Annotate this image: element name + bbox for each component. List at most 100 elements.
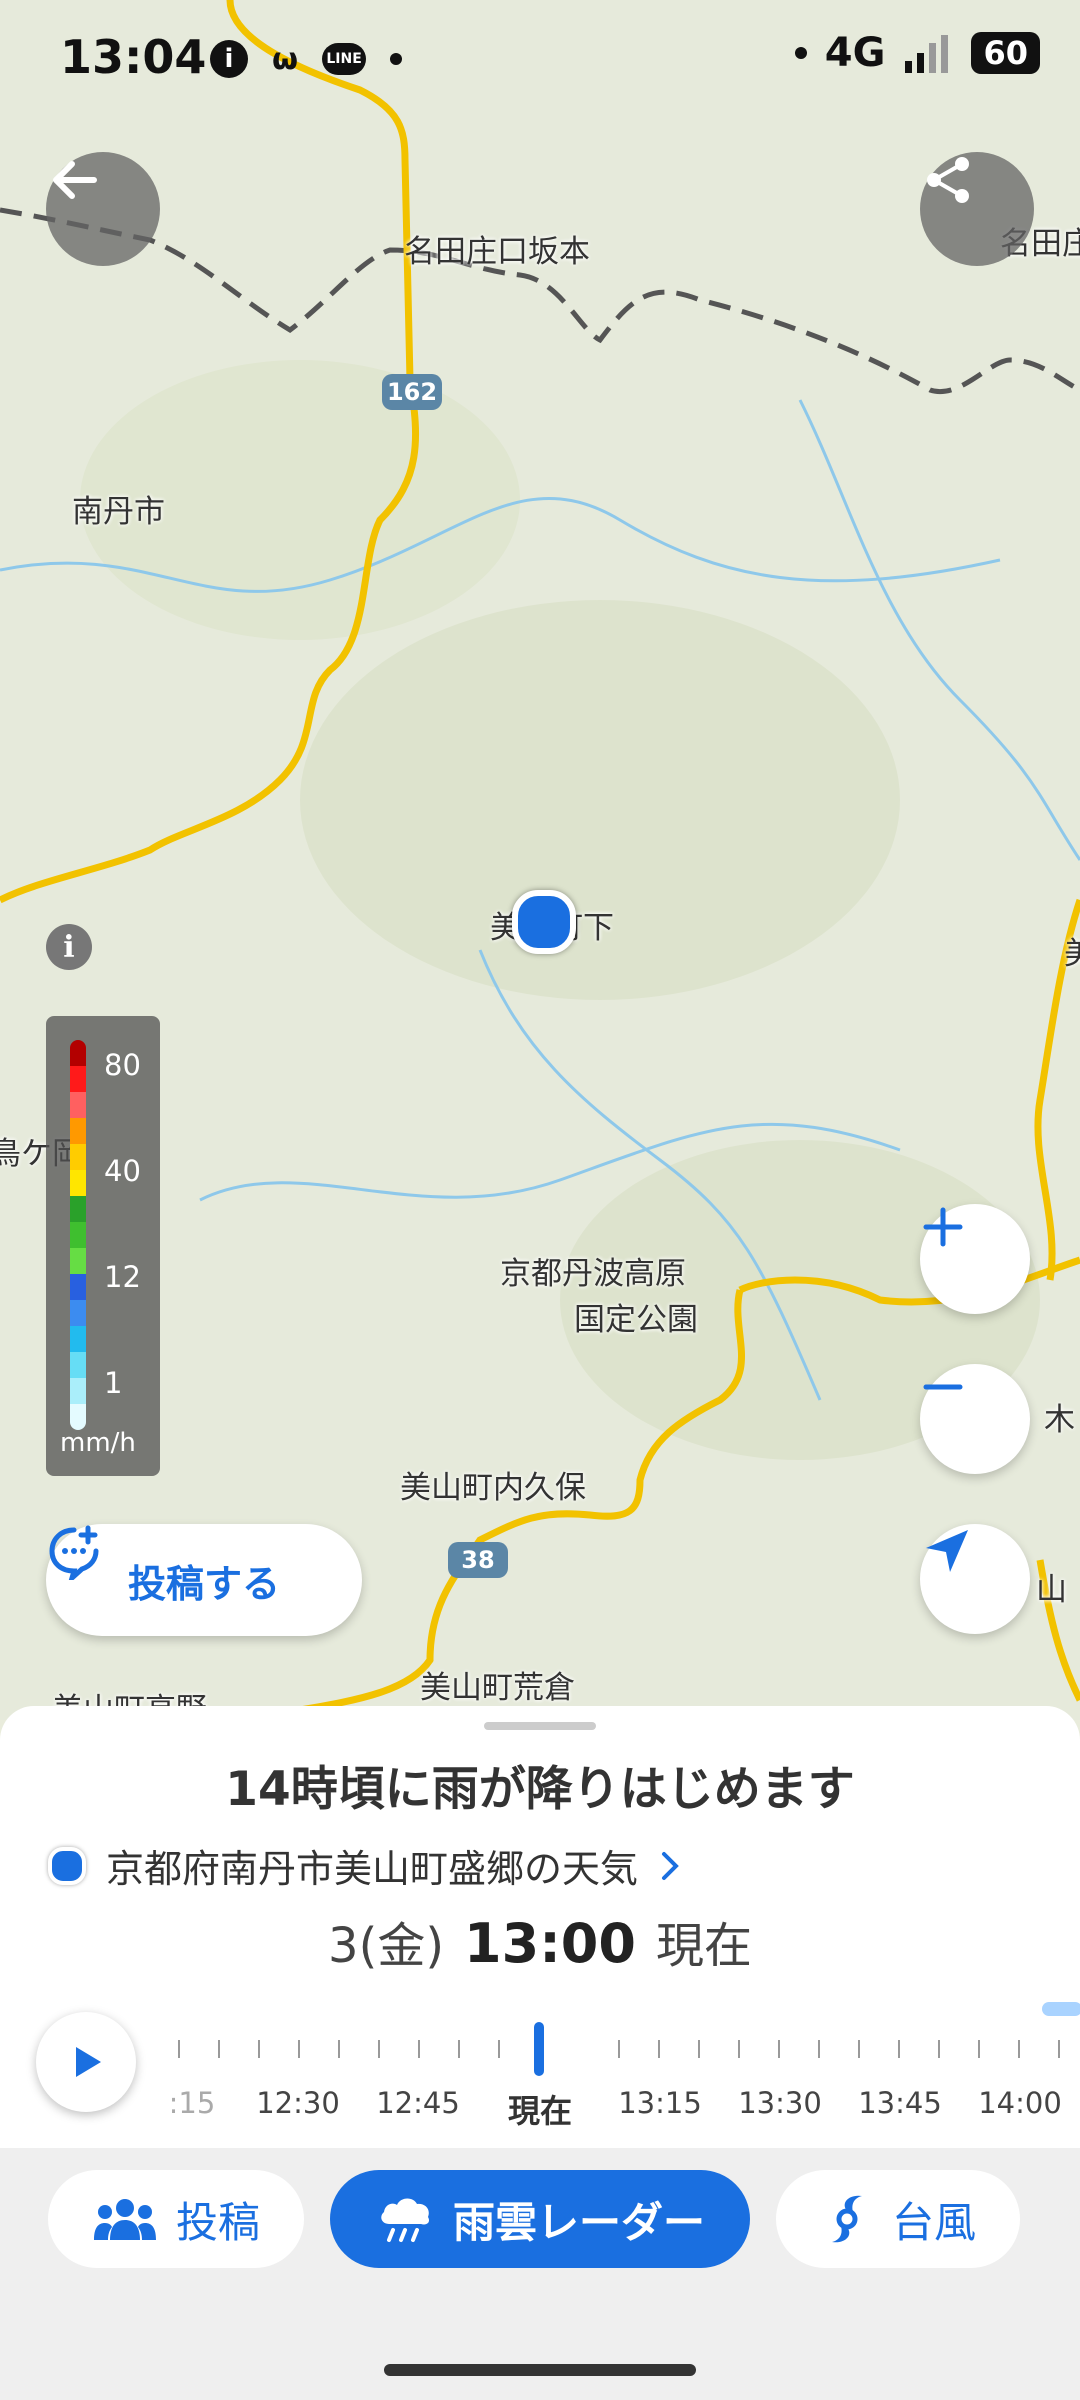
share-icon bbox=[927, 157, 969, 203]
timeline-tick bbox=[778, 2040, 780, 2058]
timeline-tick bbox=[298, 2040, 300, 2058]
timeline-tick bbox=[418, 2040, 420, 2058]
timeline-tick bbox=[258, 2040, 260, 2058]
timeline-tick bbox=[978, 2040, 980, 2058]
timeline-tick bbox=[698, 2040, 700, 2058]
post-button-label: 投稿する bbox=[127, 1561, 280, 1606]
timeline-future-bar bbox=[1042, 2002, 1080, 2016]
share-button[interactable] bbox=[920, 152, 1034, 266]
rain-forecast-headline: 14時頃に雨が降りはじめます bbox=[225, 1762, 855, 1817]
rain-legend: 80 40 12 1 mm/h bbox=[46, 1016, 160, 1476]
map-label: 美 bbox=[1064, 936, 1080, 972]
sheet-handle[interactable] bbox=[484, 1722, 596, 1730]
timeline-tick bbox=[498, 2040, 500, 2058]
legend-unit: mm/h bbox=[60, 1428, 136, 1458]
tab-rain-radar[interactable]: 雨雲レーダー bbox=[330, 2170, 750, 2268]
timeline-tick bbox=[178, 2040, 180, 2058]
status-time: 13:04 bbox=[60, 30, 207, 84]
bottom-tab-bar: 投稿 雨雲レーダー 台風 bbox=[0, 2148, 1080, 2400]
tab-typhoon-label: 台風 bbox=[891, 2197, 976, 2247]
map-view[interactable]: 名田庄口坂本 名田庄 南丹市 美山町下 京都丹波高原 国定公園 美山町内久保 美… bbox=[0, 0, 1080, 1720]
timeline-tick bbox=[898, 2040, 900, 2058]
location-dot-icon bbox=[48, 1846, 86, 1885]
zoom-out-button[interactable] bbox=[920, 1364, 1030, 1474]
info-icon: i bbox=[210, 40, 248, 78]
map-label: 南丹市 bbox=[72, 494, 165, 530]
map-info-icon[interactable]: i bbox=[46, 924, 92, 970]
play-icon bbox=[76, 2047, 101, 2077]
legend-level: 40 bbox=[104, 1154, 141, 1188]
tab-rain-radar-label: 雨雲レーダー bbox=[452, 2197, 705, 2247]
timeline-label: 14:00 bbox=[978, 2086, 1062, 2120]
timeline-tick bbox=[938, 2040, 940, 2058]
plus-icon bbox=[923, 1207, 963, 1247]
current-time-display: 3(金) 13:00 現在 bbox=[0, 1906, 1080, 1976]
battery-level: 60 bbox=[971, 32, 1040, 74]
timeline-tick bbox=[338, 2040, 340, 2058]
timeline-label: 13:45 bbox=[858, 2086, 942, 2120]
minus-icon bbox=[923, 1384, 963, 1390]
notification-icons: i ω LINE bbox=[210, 40, 403, 78]
legend-level: 80 bbox=[104, 1048, 141, 1082]
timeline-label: :15 bbox=[168, 2086, 216, 2120]
date-label: 3(金) bbox=[328, 1918, 445, 1974]
typhoon-icon bbox=[831, 2195, 862, 2243]
rain-cloud-icon bbox=[381, 2198, 430, 2242]
timeline-tick bbox=[738, 2040, 740, 2058]
time-slider[interactable]: :15 12:30 12:45 現在 13:15 13:30 13:45 14:… bbox=[168, 2002, 1080, 2130]
network-type: 4G bbox=[824, 30, 886, 76]
tab-posts-label: 投稿 bbox=[175, 2197, 260, 2247]
road-number-shield: 38 bbox=[448, 1542, 508, 1578]
map-label: 京都丹波高原 bbox=[500, 1256, 686, 1292]
signal-icon bbox=[905, 35, 949, 73]
timeline-tick bbox=[1018, 2040, 1020, 2058]
dot-icon bbox=[390, 53, 403, 65]
timeline-tick bbox=[618, 2040, 620, 2058]
timeline-tick bbox=[1058, 2040, 1060, 2058]
back-arrow-icon bbox=[53, 161, 97, 199]
current-label: 現在 bbox=[655, 1918, 752, 1974]
home-indicator[interactable] bbox=[384, 2364, 696, 2376]
dot-icon bbox=[794, 47, 807, 59]
tab-posts[interactable]: 投稿 bbox=[48, 2170, 304, 2268]
status-bar: 13:04 i ω LINE 4G 60 bbox=[0, 0, 1080, 130]
legend-level: 1 bbox=[104, 1366, 123, 1400]
system-icons: 4G 60 bbox=[794, 30, 1040, 76]
map-label: 国定公園 bbox=[574, 1302, 698, 1338]
back-button[interactable] bbox=[46, 152, 160, 266]
zoom-in-button[interactable] bbox=[920, 1204, 1030, 1314]
tab-typhoon[interactable]: 台風 bbox=[776, 2170, 1020, 2268]
post-bubble-icon bbox=[49, 1525, 99, 1580]
play-button[interactable] bbox=[36, 2012, 136, 2112]
map-label: 美山町荒倉 bbox=[420, 1670, 575, 1706]
timeline-tick bbox=[818, 2040, 820, 2058]
legend-level: 12 bbox=[104, 1260, 141, 1294]
map-label: 山 bbox=[1036, 1572, 1067, 1608]
timeline-label-now: 現在 bbox=[507, 2092, 573, 2130]
timeline-current-marker[interactable] bbox=[534, 2022, 544, 2076]
timeline-label: 13:15 bbox=[618, 2086, 702, 2120]
timeline-tick bbox=[458, 2040, 460, 2058]
location-name: 京都府南丹市美山町盛郷の天気 bbox=[106, 1847, 639, 1891]
location-link[interactable]: 京都府南丹市美山町盛郷の天気 bbox=[48, 1838, 682, 1893]
locate-me-button[interactable] bbox=[920, 1524, 1030, 1634]
timeline-tick bbox=[378, 2040, 380, 2058]
post-button[interactable]: 投稿する bbox=[46, 1524, 362, 1636]
line-icon: LINE bbox=[322, 43, 367, 75]
people-icon bbox=[93, 2199, 156, 2240]
current-location-marker bbox=[512, 890, 576, 954]
timeline-tick bbox=[658, 2040, 660, 2058]
time-label: 13:00 bbox=[464, 1912, 636, 1975]
app-icon: ω bbox=[272, 41, 299, 77]
road-number-shield: 162 bbox=[382, 374, 442, 410]
timeline-tick bbox=[218, 2040, 220, 2058]
chevron-right-icon bbox=[662, 1851, 679, 1880]
forecast-sheet[interactable]: 14時頃に雨が降りはじめます 京都府南丹市美山町盛郷の天気 3(金) 13:00 現… bbox=[0, 1706, 1080, 2148]
timeline-tick bbox=[858, 2040, 860, 2058]
map-label: 木 bbox=[1044, 1402, 1075, 1438]
rain-legend-scale bbox=[70, 1040, 86, 1430]
timeline-label: 12:30 bbox=[256, 2086, 340, 2120]
timeline-label: 12:45 bbox=[376, 2086, 460, 2120]
location-arrow-icon bbox=[926, 1530, 968, 1572]
map-label: 美山町内久保 bbox=[400, 1470, 586, 1506]
